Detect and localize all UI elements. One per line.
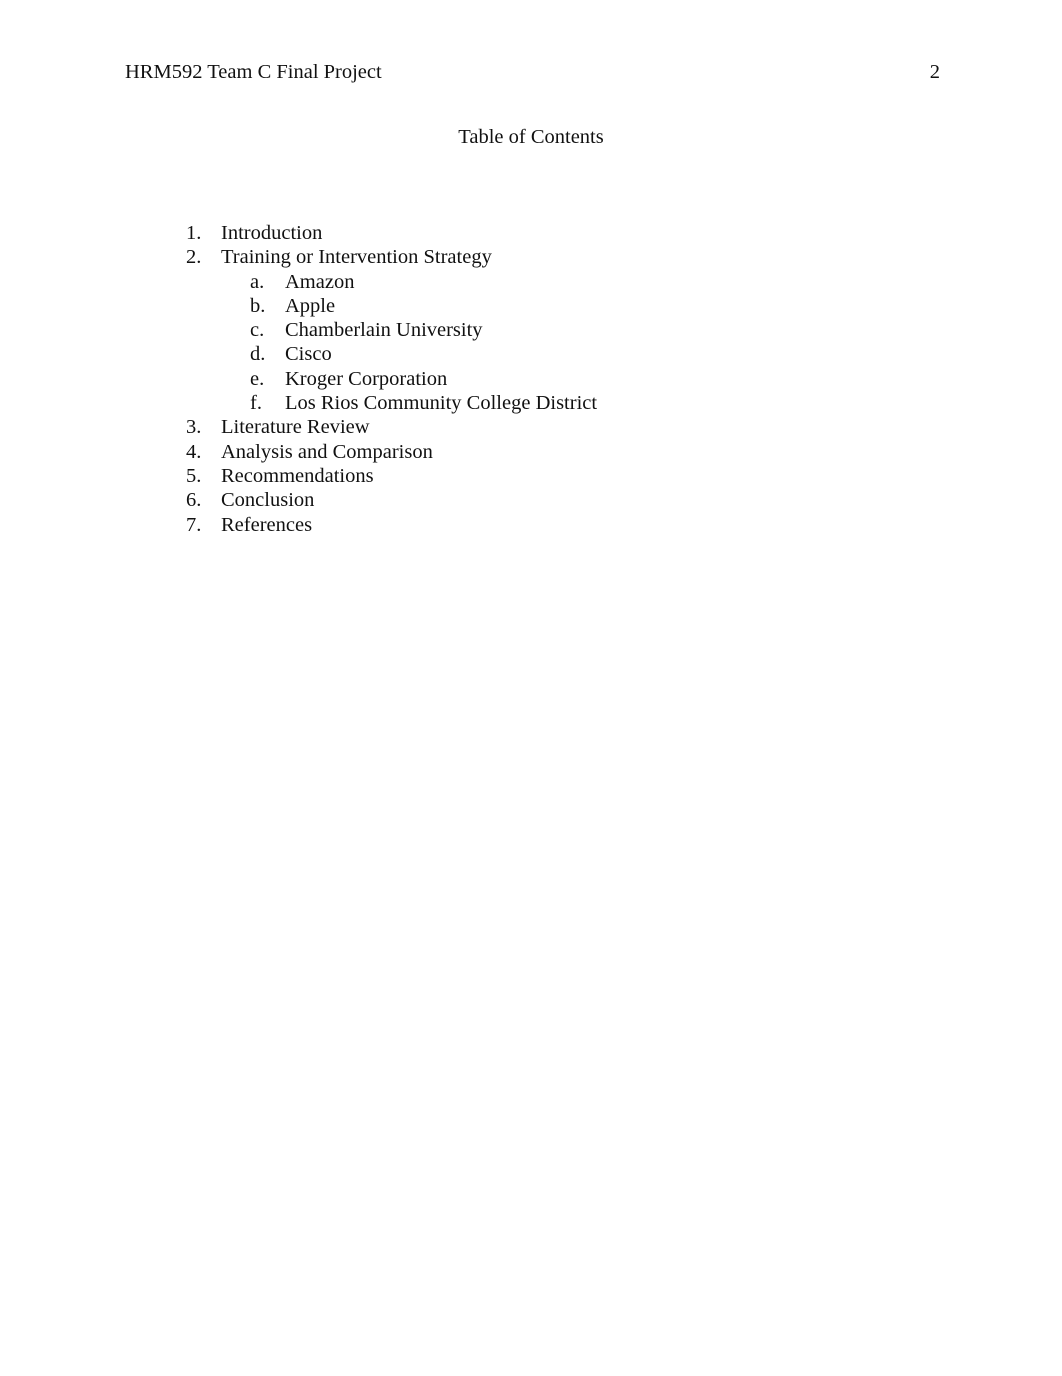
toc-entry-marker: 4.	[186, 440, 202, 463]
running-header: HRM592 Team C Final Project 2	[125, 60, 940, 86]
toc-entry-label: Training or Intervention Strategy	[221, 246, 492, 269]
toc-entry-label: Introduction	[221, 222, 323, 244]
toc-entry-marker: 5.	[186, 464, 202, 487]
toc-entry[interactable]: c. Chamberlain University	[0, 318, 1062, 342]
toc-entry-marker: f.	[250, 392, 262, 415]
toc-entry-label: Conclusion	[221, 489, 315, 512]
page-number: 2	[929, 61, 940, 83]
table-of-contents-list: 1. Introduction 2. Training or Intervention…	[0, 221, 1062, 537]
toc-entry[interactable]: 7. References	[0, 513, 1062, 537]
toc-entry-marker: 7.	[186, 513, 202, 536]
toc-entry-marker: 3.	[186, 416, 202, 439]
toc-entry-marker: 6.	[186, 489, 202, 512]
toc-entry-label: Literature Review	[221, 416, 370, 439]
toc-entry-marker: d.	[250, 343, 266, 366]
document-page: HRM592 Team C Final Project 2 Table of C…	[0, 0, 1062, 1376]
toc-entry-marker: 2.	[186, 246, 202, 269]
toc-entry[interactable]: a. Amazon	[0, 270, 1062, 294]
toc-entry[interactable]: b. Apple	[0, 294, 1062, 318]
running-header-title: HRM592 Team C Final Project	[125, 61, 382, 83]
toc-entry-marker: c.	[250, 319, 265, 342]
toc-entry[interactable]: 6. Conclusion	[0, 488, 1062, 512]
toc-entry-marker: e.	[250, 367, 265, 390]
toc-entry-label: Chamberlain University	[285, 319, 483, 342]
toc-entry-label: Los Rios Community College District	[285, 392, 598, 415]
toc-entry-label: Kroger Corporation	[285, 367, 448, 390]
toc-entry-label: Analysis and Comparison	[221, 440, 433, 463]
toc-entry-marker: 1.	[186, 222, 202, 244]
toc-entry[interactable]: 1. Introduction	[0, 221, 1062, 245]
toc-entry-label: References	[221, 513, 313, 536]
toc-entry-label: Cisco	[285, 343, 332, 366]
toc-entry-label: Recommendations	[221, 464, 374, 487]
toc-entry-marker: b.	[250, 294, 266, 317]
toc-entry[interactable]: e. Kroger Corporation	[0, 367, 1062, 391]
toc-entry[interactable]: 4. Analysis and Comparison	[0, 440, 1062, 464]
toc-entry[interactable]: 5. Recommendations	[0, 464, 1062, 488]
toc-entry-label: Apple	[285, 294, 336, 317]
toc-entry[interactable]: 3. Literature Review	[0, 415, 1062, 439]
toc-entry[interactable]: d. Cisco	[0, 342, 1062, 366]
toc-entry-marker: a.	[250, 270, 265, 293]
toc-entry[interactable]: 2. Training or Intervention Strategy	[0, 245, 1062, 269]
toc-entry[interactable]: f. Los Rios Community College District	[0, 391, 1062, 415]
page-title: Table of Contents	[458, 126, 604, 148]
toc-entry-label: Amazon	[285, 270, 355, 293]
